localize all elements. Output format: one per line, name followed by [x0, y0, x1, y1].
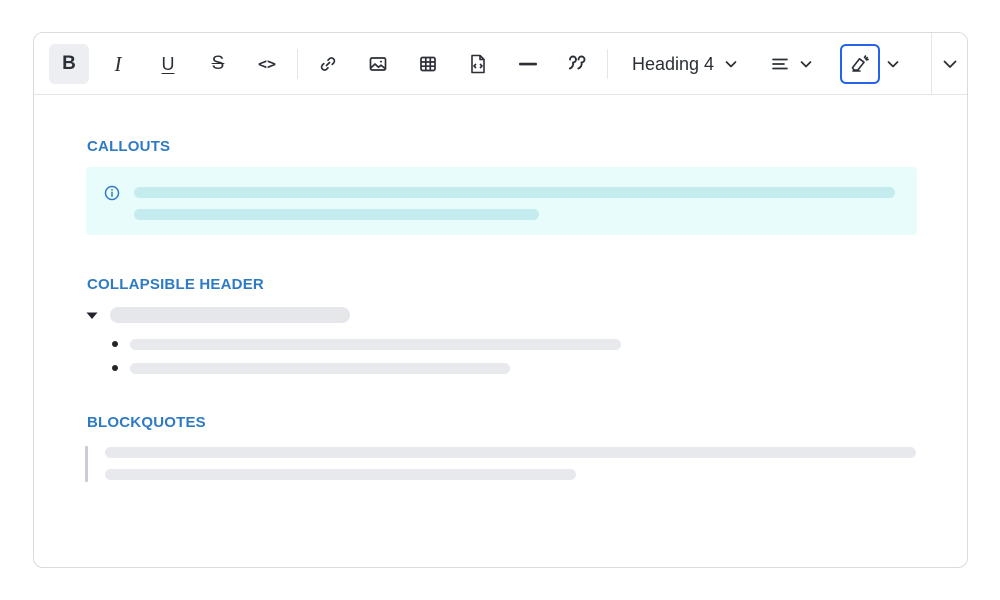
- chevron-down-icon: [943, 60, 957, 68]
- caret-down-icon[interactable]: [86, 311, 98, 321]
- toolbar-divider: [607, 49, 608, 79]
- quote-icon: [568, 55, 586, 70]
- bold-icon: B: [62, 53, 76, 74]
- embed-file-button[interactable]: [458, 44, 498, 84]
- chevron-down-icon: [725, 61, 737, 68]
- table-button[interactable]: [408, 44, 448, 84]
- code-icon: <>: [257, 55, 277, 73]
- blockquotes-heading: BLOCKQUOTES: [87, 414, 206, 431]
- eraser-icon: [851, 55, 869, 72]
- horizontal-rule-icon: [519, 62, 537, 66]
- info-icon: [104, 185, 120, 201]
- horizontal-rule-button[interactable]: [508, 44, 548, 84]
- bold-button[interactable]: B: [49, 44, 89, 84]
- chevron-down-icon: [800, 61, 812, 68]
- blockquote-text-placeholder: [105, 469, 576, 480]
- text-align-select[interactable]: [764, 44, 820, 84]
- underline-button[interactable]: U: [148, 44, 188, 84]
- blockquote-border: [85, 446, 88, 482]
- clear-format-options-button[interactable]: [877, 44, 909, 84]
- link-icon: [320, 57, 336, 71]
- clear-format-button[interactable]: [840, 44, 880, 84]
- more-tools-button[interactable]: [932, 44, 967, 84]
- code-button[interactable]: <>: [247, 44, 287, 84]
- link-button[interactable]: [308, 44, 348, 84]
- align-left-icon: [772, 58, 788, 70]
- callout-text-placeholder: [134, 209, 539, 220]
- callout-text-placeholder: [134, 187, 895, 198]
- list-item-placeholder: [130, 363, 510, 374]
- embed-file-icon: [471, 54, 485, 74]
- italic-icon: I: [114, 51, 122, 76]
- blockquote-text-placeholder: [105, 447, 916, 458]
- callout-block[interactable]: [86, 167, 917, 235]
- bullet-point: [112, 365, 118, 371]
- blockquote-button[interactable]: [557, 44, 597, 84]
- underline-icon: U: [161, 53, 175, 74]
- collapsible-summary-placeholder: [110, 307, 350, 323]
- callouts-heading: CALLOUTS: [87, 138, 171, 155]
- chevron-down-icon: [887, 61, 899, 68]
- toolbar-divider: [297, 49, 298, 79]
- table-icon: [420, 56, 436, 72]
- heading-level-value: Heading 4: [631, 53, 715, 74]
- collapsible-header-heading: COLLAPSIBLE HEADER: [87, 276, 264, 293]
- bullet-point: [112, 341, 118, 347]
- strikethrough-icon: S: [211, 53, 225, 74]
- list-item-placeholder: [130, 339, 621, 350]
- rich-text-editor: B I U S <> Heading 4 CALLOUTS COLLAPSIBL…: [33, 32, 968, 568]
- heading-level-select[interactable]: Heading 4: [620, 44, 750, 84]
- image-button[interactable]: [358, 44, 398, 84]
- image-icon: [369, 57, 387, 71]
- strikethrough-button[interactable]: S: [198, 44, 238, 84]
- italic-button[interactable]: I: [98, 44, 138, 84]
- formatting-toolbar: B I U S <> Heading 4: [34, 33, 967, 95]
